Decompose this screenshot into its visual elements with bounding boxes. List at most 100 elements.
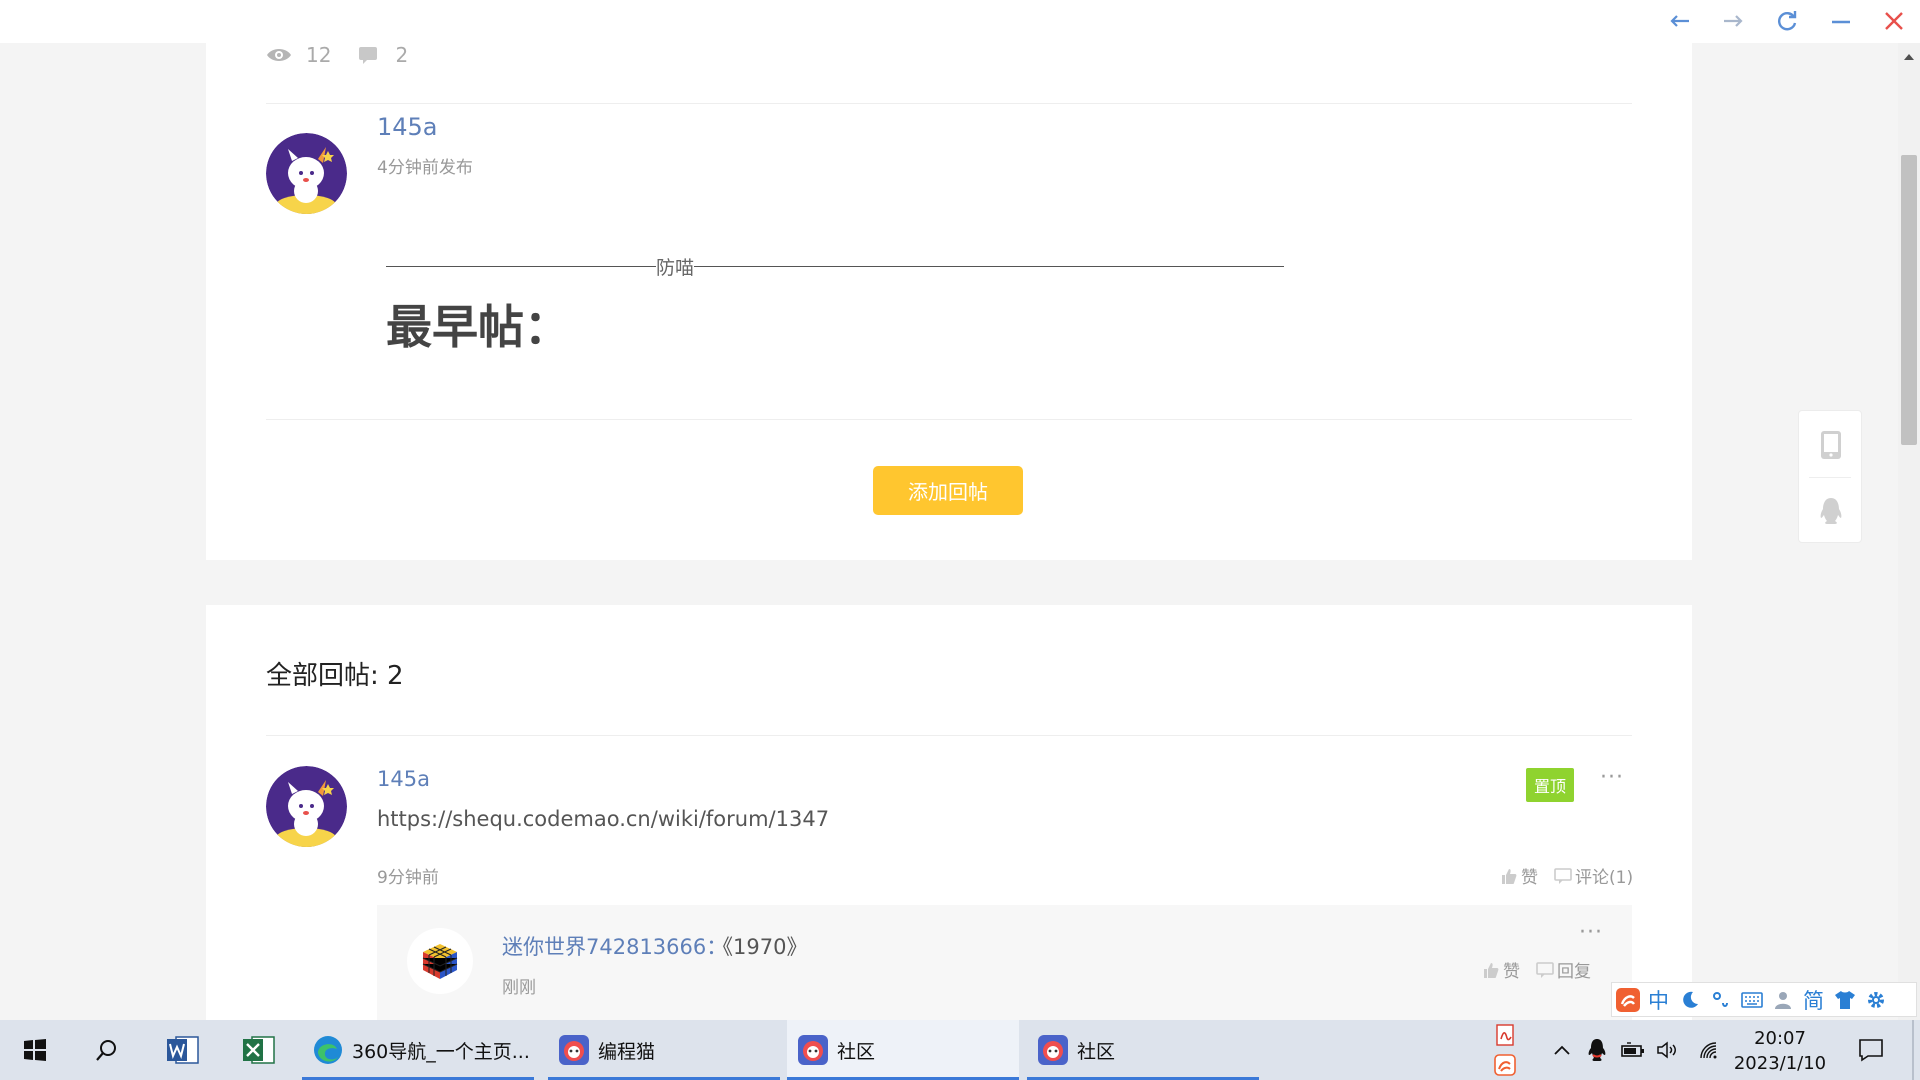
forward-button[interactable] <box>1713 4 1753 38</box>
avatar[interactable] <box>407 928 473 994</box>
qq-tray-icon[interactable] <box>1582 1020 1612 1080</box>
qq-penguin-icon <box>1820 498 1842 524</box>
caret-up-icon <box>1904 54 1914 60</box>
comment-reply-label: 回复 <box>1557 962 1591 982</box>
keyboard-icon[interactable] <box>1736 983 1767 1016</box>
punctuation-icon[interactable] <box>1705 983 1736 1016</box>
show-desktop-button[interactable] <box>1912 1020 1914 1080</box>
refresh-button[interactable] <box>1767 4 1807 38</box>
codemao-app-icon <box>1038 1035 1068 1065</box>
skin-shirt-icon[interactable] <box>1829 983 1860 1016</box>
comment-author-name: 迷你世界742813666 <box>502 935 707 959</box>
search-button[interactable] <box>84 1020 130 1080</box>
show-hidden-icons-button[interactable] <box>1547 1020 1577 1080</box>
action-center-button[interactable] <box>1853 1020 1889 1080</box>
divider <box>266 735 1632 736</box>
settings-gear-icon[interactable] <box>1860 983 1891 1016</box>
taskbar-app-community-2[interactable]: 社区 <box>1027 1020 1259 1080</box>
add-reply-button[interactable]: 添加回帖 <box>873 466 1023 515</box>
replies-card: 全部回帖: 2 145a 置顶 ··· https://shequ.codema… <box>206 605 1692 1020</box>
battery-icon[interactable] <box>1618 1020 1648 1080</box>
floating-sidebar <box>1798 410 1862 543</box>
excel-app-button[interactable] <box>236 1020 282 1080</box>
wifi-icon[interactable] <box>1694 1020 1724 1080</box>
reply-time: 9分钟前 <box>377 868 439 888</box>
rubiks-cube-icon <box>422 944 458 979</box>
comment-like-button[interactable]: 赞 <box>1482 957 1520 982</box>
taskbar-app-community-1[interactable]: 社区 <box>787 1020 1019 1080</box>
edge-browser-icon <box>314 1036 342 1064</box>
clock-date: 2023/1/10 <box>1733 1053 1827 1074</box>
comment-label: 评论(1) <box>1575 868 1634 888</box>
reply-more-button[interactable]: ··· <box>1600 765 1624 790</box>
comment-more-button[interactable]: ··· <box>1579 920 1603 945</box>
thumbs-up-icon <box>1484 962 1499 978</box>
avatar[interactable] <box>266 133 347 214</box>
eye-icon <box>267 49 291 61</box>
ime-chinese-mode[interactable]: 中 <box>1643 983 1674 1016</box>
post-heading: 最早帖： <box>386 300 570 354</box>
forward-arrow-icon <box>1724 15 1743 27</box>
avatar-mascot-icon <box>266 133 347 214</box>
back-arrow-icon <box>1670 15 1689 27</box>
comment-icon <box>1536 961 1554 978</box>
codemao-app-icon <box>559 1035 589 1065</box>
avatar[interactable] <box>266 766 347 847</box>
volume-icon[interactable] <box>1653 1020 1683 1080</box>
qq-button[interactable] <box>1811 491 1851 531</box>
comment-bubble-icon <box>359 47 378 64</box>
taskbar-app-codemao[interactable]: 编程猫 <box>548 1020 780 1080</box>
chevron-up-icon <box>1554 1045 1570 1055</box>
post-author-link[interactable]: 145a <box>377 113 438 141</box>
comment-icon <box>1554 867 1572 884</box>
moon-icon[interactable] <box>1674 983 1705 1016</box>
reply-author-link[interactable]: 145a <box>377 767 430 791</box>
word-icon <box>167 1036 199 1064</box>
word-app-button[interactable] <box>160 1020 206 1080</box>
ime-simplified-mode[interactable]: 简 <box>1798 983 1829 1016</box>
comment-text: 《1970》 <box>712 935 808 959</box>
vertical-scrollbar[interactable] <box>1898 43 1920 1020</box>
like-button[interactable]: 赞 <box>1500 863 1538 888</box>
clock-time: 20:07 <box>1754 1028 1806 1049</box>
comment-author-link[interactable]: 迷你世界742813666： <box>502 931 727 961</box>
pdf-reader-tray-icon[interactable] <box>1490 1020 1520 1050</box>
comment-button[interactable]: 评论(1) <box>1554 863 1633 888</box>
codemao-app-icon <box>798 1035 828 1065</box>
close-button[interactable] <box>1874 4 1914 38</box>
scroll-thumb[interactable] <box>1901 155 1917 445</box>
scroll-up-button[interactable] <box>1898 49 1920 65</box>
comment-like-label: 赞 <box>1503 962 1520 982</box>
divider <box>266 103 1632 104</box>
taskbar-app-label: 编程猫 <box>598 1040 656 1063</box>
tablet-icon <box>1821 431 1841 459</box>
like-label: 赞 <box>1521 868 1538 888</box>
sogou-logo-icon[interactable] <box>1612 983 1643 1016</box>
ime-toolbar: 中 简 <box>1611 982 1917 1017</box>
post-stats: 12 2 <box>266 43 432 67</box>
comment-box: 迷你世界742813666： 《1970》 刚刚 ··· 赞 回复 <box>377 905 1632 1020</box>
comment-count: 2 <box>395 43 409 67</box>
thumbs-up-icon <box>1502 868 1517 884</box>
start-button[interactable] <box>12 1020 58 1080</box>
close-icon <box>1885 12 1903 30</box>
separator-left <box>386 266 656 267</box>
taskbar-clock[interactable]: 20:07 2023/1/10 <box>1730 1026 1830 1076</box>
windows-logo-icon <box>24 1039 46 1061</box>
mobile-button[interactable] <box>1811 425 1851 465</box>
taskbar-app-360[interactable]: 360导航_一个主页... <box>302 1020 534 1080</box>
view-count: 12 <box>306 43 332 67</box>
replies-title: 全部回帖: 2 <box>266 661 404 691</box>
comment-reply-button[interactable]: 回复 <box>1536 957 1591 982</box>
minimize-button[interactable] <box>1821 4 1861 38</box>
search-icon <box>96 1040 116 1061</box>
user-icon[interactable] <box>1767 983 1798 1016</box>
excel-icon <box>243 1036 275 1064</box>
window-titlebar <box>0 0 1920 43</box>
back-button[interactable] <box>1660 4 1700 38</box>
taskbar: 360导航_一个主页... 编程猫 社区 社区 20:07 2023/1/10 <box>0 1020 1920 1080</box>
sogou-tray-icon[interactable] <box>1490 1050 1520 1080</box>
pinned-badge: 置顶 <box>1526 768 1575 802</box>
separator-text: 防喵 <box>656 257 695 279</box>
avatar-mascot-icon <box>266 766 347 847</box>
